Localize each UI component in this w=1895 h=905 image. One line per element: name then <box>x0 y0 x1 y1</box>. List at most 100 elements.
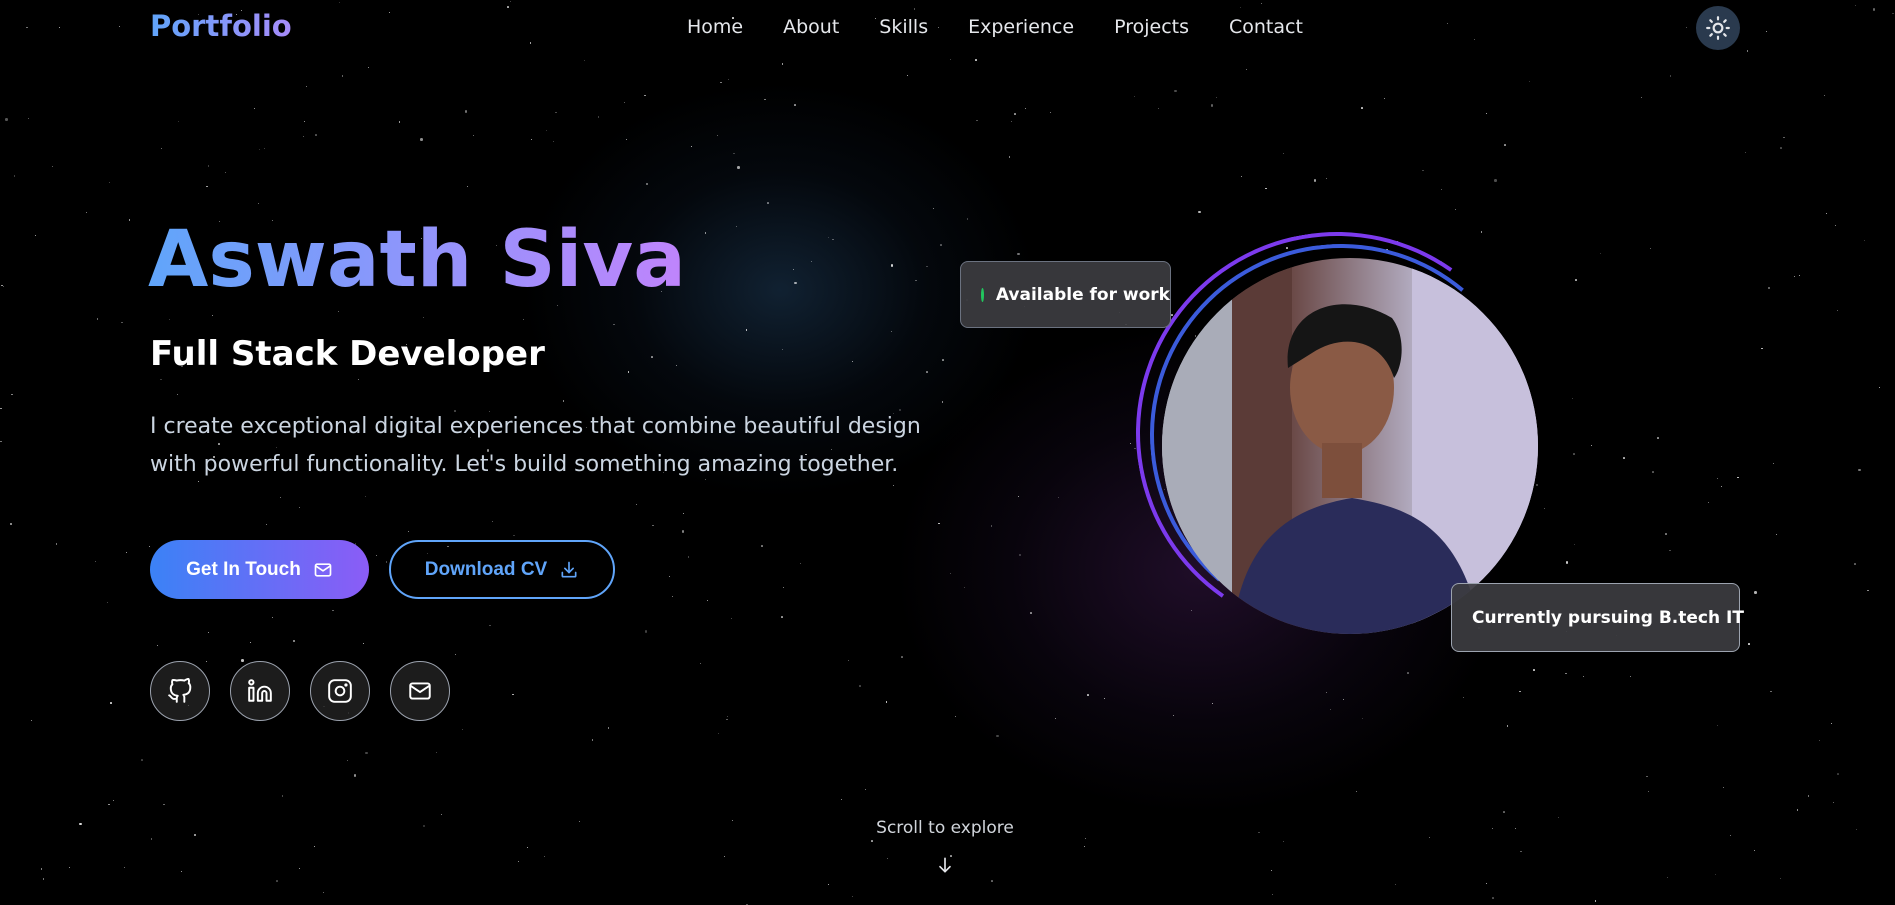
star <box>160 378 162 381</box>
star <box>55 543 58 545</box>
star <box>555 111 557 114</box>
star <box>1216 97 1218 99</box>
star <box>299 507 301 509</box>
star <box>644 94 646 97</box>
star <box>976 119 978 122</box>
star <box>887 858 889 860</box>
star <box>1506 725 1509 727</box>
theme-toggle-button[interactable] <box>1696 6 1740 50</box>
email-link[interactable] <box>390 661 450 721</box>
star <box>1878 386 1880 388</box>
star <box>13 175 16 177</box>
star <box>1574 543 1576 545</box>
star <box>578 821 580 823</box>
star <box>1087 694 1089 696</box>
star <box>1753 849 1756 852</box>
star <box>51 166 53 167</box>
star <box>926 265 928 268</box>
nav-item-skills[interactable]: Skills <box>879 16 928 38</box>
nav-item-home[interactable]: Home <box>687 16 743 38</box>
star <box>365 751 368 755</box>
github-link[interactable] <box>150 661 210 721</box>
star <box>110 702 112 704</box>
star <box>690 145 692 147</box>
instagram-link[interactable] <box>310 661 370 721</box>
scroll-to-explore[interactable]: Scroll to explore <box>852 818 1038 838</box>
star <box>1265 187 1267 190</box>
nav-item-contact[interactable]: Contact <box>1229 16 1303 38</box>
star <box>1796 809 1799 811</box>
star <box>193 833 197 837</box>
star <box>1707 501 1710 504</box>
linkedin-link[interactable] <box>230 661 290 721</box>
star <box>1326 178 1328 180</box>
star <box>613 323 615 326</box>
star <box>1770 690 1772 693</box>
star <box>792 268 795 271</box>
star <box>668 576 670 578</box>
nav-item-projects[interactable]: Projects <box>1114 16 1189 38</box>
star <box>1361 717 1364 720</box>
star <box>720 81 722 84</box>
star <box>607 727 610 729</box>
star <box>1084 837 1086 839</box>
star <box>1599 252 1602 255</box>
star <box>794 104 796 106</box>
star <box>108 181 111 184</box>
star <box>0 407 2 410</box>
star <box>264 147 266 149</box>
star <box>467 186 469 188</box>
star <box>832 238 834 241</box>
star <box>1519 690 1521 693</box>
star <box>408 530 410 532</box>
star <box>1014 113 1016 115</box>
star <box>635 503 638 506</box>
star <box>810 260 812 262</box>
star <box>885 701 888 703</box>
star <box>518 861 520 863</box>
logo[interactable]: Portfolio <box>150 9 292 43</box>
star <box>1754 591 1757 594</box>
education-badge: Currently pursuing B.tech IT <box>1451 583 1744 652</box>
star <box>276 880 278 882</box>
nav-item-about[interactable]: About <box>783 16 839 38</box>
star <box>1783 136 1785 139</box>
star <box>848 660 850 661</box>
star <box>1407 672 1409 674</box>
star <box>1 284 3 287</box>
star <box>940 244 942 246</box>
star <box>1864 239 1866 241</box>
mail-icon <box>409 682 431 700</box>
star <box>871 840 873 842</box>
star <box>1325 692 1327 694</box>
star <box>1837 773 1839 775</box>
star <box>1428 836 1430 838</box>
star <box>1744 151 1747 154</box>
star <box>901 656 903 658</box>
star <box>1492 897 1494 899</box>
star <box>645 182 649 186</box>
star <box>123 866 126 869</box>
star <box>546 129 548 131</box>
star <box>1779 877 1782 880</box>
download-cv-button[interactable]: Download CV <box>389 540 615 599</box>
star <box>1463 696 1465 698</box>
star <box>1395 884 1397 886</box>
nav-item-experience[interactable]: Experience <box>968 16 1074 38</box>
get-in-touch-button[interactable]: Get In Touch <box>150 540 369 599</box>
star <box>1454 209 1456 211</box>
star <box>281 795 284 797</box>
star <box>1342 698 1344 700</box>
star <box>1494 179 1497 182</box>
star <box>148 545 150 547</box>
star <box>1271 893 1273 896</box>
star <box>435 751 437 753</box>
star <box>1514 827 1517 829</box>
star <box>1173 715 1175 717</box>
arrow-down-icon[interactable] <box>935 855 955 875</box>
star <box>1646 775 1648 778</box>
star <box>1666 876 1669 879</box>
star <box>1528 81 1530 83</box>
star <box>1640 96 1642 99</box>
star <box>764 98 766 101</box>
